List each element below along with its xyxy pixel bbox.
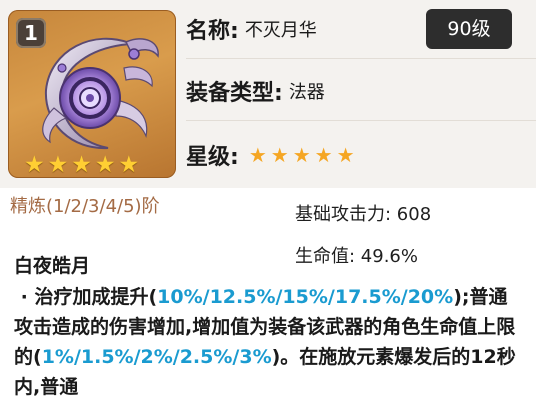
rarity-label: 星级:: [186, 145, 239, 170]
star-icon: ★: [292, 143, 311, 167]
card-star-icon: ★: [94, 152, 116, 178]
weapon-type: 法器: [288, 82, 325, 103]
rarity-stars: ★ ★ ★ ★ ★: [249, 143, 355, 167]
star-icon: ★: [248, 143, 267, 167]
refine-label: 精炼(1/2/3/4/5)阶: [10, 196, 160, 217]
desc-highlight: 1%/1.5%/2%/2.5%/3%: [41, 346, 272, 368]
card-star-icon: ★: [24, 152, 45, 178]
passive-title: 白夜皓月: [14, 255, 91, 277]
weapon-card[interactable]: 1 ★ ★ ★ ★ ★: [8, 10, 176, 178]
catalyst-orb-icon: [42, 37, 159, 150]
card-star-icon: ★: [47, 152, 69, 178]
type-label: 装备类型:: [186, 81, 283, 106]
sub-stat: 生命值: 49.6%: [295, 246, 418, 267]
type-row: 装备类型: 法器: [186, 62, 536, 121]
name-label: 名称:: [186, 19, 239, 44]
star-icon: ★: [314, 143, 333, 167]
base-atk-stat: 基础攻击力: 608: [295, 204, 432, 225]
weapon-name: 不灭月华: [244, 20, 317, 41]
desc-text: · 治疗加成提升(: [14, 286, 158, 308]
weapon-info-panel: 1 ★ ★ ★ ★ ★ 名称: 不灭月华 90级 装备类型: 法器 星级: ★ …: [0, 0, 536, 188]
rarity-row: 星级: ★ ★ ★ ★ ★: [186, 126, 536, 184]
star-icon: ★: [336, 143, 355, 167]
card-star-icon: ★: [71, 152, 92, 178]
passive-description: · 治疗加成提升(10%/12.5%/15%/17.5%/20%);普通攻击造成…: [14, 282, 522, 402]
card-star-row: ★ ★ ★ ★ ★: [24, 152, 139, 178]
name-row: 名称: 不灭月华 90级: [186, 0, 536, 59]
card-star-icon: ★: [118, 152, 140, 178]
desc-highlight: 10%/12.5%/15%/17.5%/20%: [157, 286, 454, 308]
level-badge[interactable]: 90级: [426, 9, 512, 49]
star-icon: ★: [270, 143, 289, 167]
